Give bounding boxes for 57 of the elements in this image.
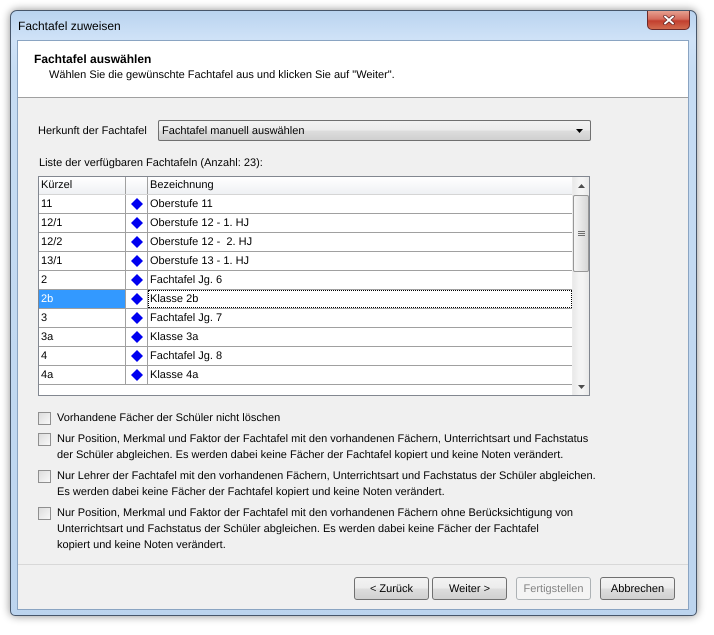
table-cell-text: Oberstufe 12 - 1. HJ xyxy=(149,216,250,231)
table-cell: 12/1 xyxy=(39,214,126,232)
column-header[interactable]: Bezeichnung xyxy=(148,177,572,194)
caret-icon xyxy=(576,128,583,132)
scroll-down-arrow-icon[interactable] xyxy=(578,384,584,388)
grip-icon xyxy=(578,230,584,236)
list-label: Liste der verfügbaren Fachtafeln (Anzahl: 23): xyxy=(38,156,264,170)
table-cell-text: Fachtafel Jg. 8 xyxy=(149,349,224,364)
table-cell: 2b xyxy=(39,290,126,308)
scroll-up-arrow-icon[interactable] xyxy=(578,184,584,188)
diamond-icon xyxy=(130,217,142,229)
option-label: Nur Lehrer der Fachtafel mit den vorhandenen Fächern, Unterrichtsart und Fachstatus der Schüler abgleichen. Es werden dabei keine Fächer der Fachtafel kopiert und keine Noten verändert. xyxy=(57,469,596,500)
diamond-icon xyxy=(130,350,142,362)
window-title: Fachtafel zuweisen xyxy=(18,19,121,33)
diamond-icon xyxy=(130,331,142,343)
table-cell: 4 xyxy=(39,347,126,365)
table-cell-text: Fachtafel Jg. 6 xyxy=(149,273,224,288)
table-cell: 12/2 xyxy=(39,233,126,251)
back-button[interactable]: < Zurück xyxy=(354,577,429,600)
table-cell-text: Klasse 3a xyxy=(149,330,200,345)
table-cell: 3 xyxy=(39,309,126,327)
table-cell-text: Oberstufe 12 - 2. HJ xyxy=(149,235,254,250)
table-cell: 4a xyxy=(39,366,126,384)
diamond-icon xyxy=(130,236,142,248)
table-cell: 13/1 xyxy=(39,252,126,270)
close-icon xyxy=(662,15,674,25)
diamond-icon xyxy=(130,293,142,305)
header-subtitle: Wählen Sie die gewünschte Fachtafel aus und klicken Sie auf "Weiter". xyxy=(48,68,396,82)
next-button[interactable]: Weiter > xyxy=(432,577,507,600)
option-label: Vorhandene Fächer der Schüler nicht löschen xyxy=(57,411,280,426)
table-cell-text: Oberstufe 13 - 1. HJ xyxy=(149,254,250,269)
table-cell: 3a xyxy=(39,328,126,346)
diamond-icon xyxy=(130,255,142,267)
option-label: Nur Position, Merkmal und Faktor der Fachtafel mit den vorhandenen Fächern ohne Berücksichtigung von Unterrichtsart und Fachstatus der Schüler abgleichen. Es werden dabei keine Fächer der Fachtafel kopiert und keine Noten verändert. xyxy=(57,506,574,553)
scrollbar[interactable] xyxy=(572,177,589,395)
table-cell-text: Oberstufe 11 xyxy=(149,197,214,212)
diamond-icon xyxy=(130,274,142,286)
origin-dropdown[interactable]: Fachtafel manuell auswählen xyxy=(158,120,591,141)
header-title: Fachtafel auswählen xyxy=(34,52,152,67)
option-label: Nur Position, Merkmal und Faktor der Fachtafel mit den vorhandenen Fächern, Unterrichtsart und Fachstatus der Schüler abgleichen. Es werden dabei keine Fächer der Fachtafel kopiert und keine Noten verändert. xyxy=(57,432,588,463)
diamond-icon xyxy=(130,312,142,324)
scrollbar-thumb[interactable] xyxy=(573,195,589,272)
close-button[interactable] xyxy=(647,11,690,30)
diamond-icon xyxy=(130,369,142,381)
table-cell: 2 xyxy=(39,271,126,289)
checkbox[interactable] xyxy=(38,433,51,446)
table-cell: 11 xyxy=(39,195,126,213)
origin-label: Herkunft der Fachtafel xyxy=(38,124,148,136)
table-cell-text: Fachtafel Jg. 7 xyxy=(149,311,224,326)
checkbox[interactable] xyxy=(38,412,51,425)
checkbox[interactable] xyxy=(38,470,51,483)
table-cell: Klasse 2b xyxy=(148,290,572,308)
table-cell-text: Klasse 4a xyxy=(149,368,200,383)
column-header[interactable]: Kürzel xyxy=(39,177,126,194)
cancel-button[interactable]: Abbrechen xyxy=(600,577,675,600)
checkbox[interactable] xyxy=(38,507,51,520)
diamond-icon xyxy=(130,198,142,210)
